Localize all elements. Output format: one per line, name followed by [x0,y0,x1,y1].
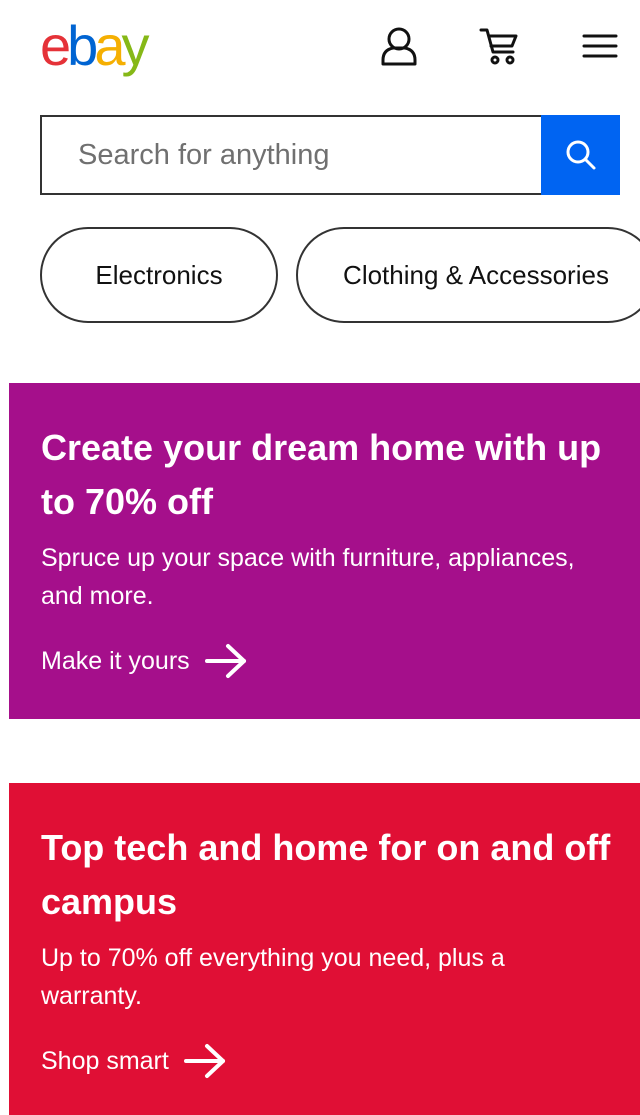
banner-description: Up to 70% off everything you need, plus … [41,944,505,1010]
logo-letter-e: e [40,14,71,77]
arrow-right-icon [204,644,246,678]
search-icon [566,140,595,170]
banner-title: Top tech and home for on and off campus [41,827,611,922]
category-chip-electronics[interactable]: Electronics [40,227,278,323]
banner-link-label: Shop smart [41,1046,169,1075]
arrow-right-icon [183,1044,225,1078]
promo-banner-home[interactable]: Create your dream home with up to 70% of… [9,383,640,719]
banner-title: Create your dream home with up to 70% of… [41,427,602,522]
header: ebay [0,0,640,100]
ebay-logo[interactable]: ebay [40,14,149,78]
search-bar [40,115,620,195]
logo-letter-b: b [67,14,98,77]
shop-smart-link[interactable]: Shop smart [41,1043,227,1079]
cart-icon [479,28,518,65]
menu-button[interactable] [580,26,620,66]
menu-icon [582,34,618,58]
category-chip-clothing[interactable]: Clothing & Accessories [296,227,640,323]
logo-letter-a: a [94,14,125,77]
account-button[interactable] [379,26,419,66]
promo-banner-campus[interactable]: Top tech and home for on and off campus … [9,783,640,1115]
banner-link-label: Make it yours [41,646,190,675]
search-input[interactable] [40,115,541,195]
user-icon [381,27,417,66]
banner-description: Spruce up your space with furniture, app… [41,544,575,610]
category-chips: Electronics Clothing & Accessories [40,227,640,323]
search-button[interactable] [541,115,620,195]
logo-letter-y: y [121,14,149,77]
cart-button[interactable] [479,26,519,66]
make-it-yours-link[interactable]: Make it yours [41,643,248,679]
